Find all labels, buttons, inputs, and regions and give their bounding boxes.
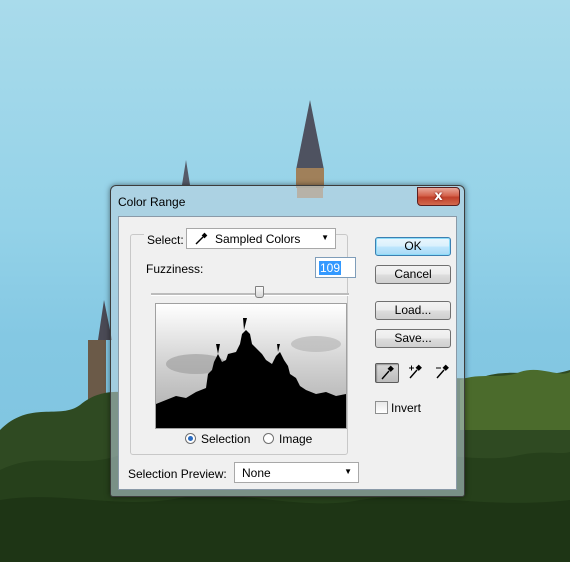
color-range-dialog: Color Range x Select: Sampled Colors ▼ F… (110, 185, 465, 497)
title-bar[interactable]: Color Range x (111, 186, 464, 216)
select-dropdown[interactable]: Sampled Colors ▼ (186, 228, 336, 249)
dialog-body: Select: Sampled Colors ▼ Fuzziness: 109 (118, 216, 457, 490)
chevron-down-icon: ▼ (344, 467, 352, 476)
invert-label[interactable]: Invert (391, 401, 421, 415)
fuzziness-value: 109 (319, 261, 342, 275)
selection-radio-label[interactable]: Selection (201, 432, 250, 446)
fuzziness-input[interactable]: 109 (315, 257, 356, 278)
image-radio[interactable] (263, 433, 274, 444)
fuzziness-label: Fuzziness: (146, 262, 204, 276)
select-label: Select: (144, 233, 187, 247)
invert-checkbox[interactable] (375, 401, 388, 414)
selection-radio[interactable] (185, 433, 196, 444)
castle-silhouette-mask (156, 304, 346, 428)
subtract-from-sample-tool[interactable] (431, 363, 455, 383)
fuzziness-slider-track[interactable] (151, 293, 349, 296)
selection-preview-value: None (242, 466, 271, 480)
eyedropper-icon (195, 232, 208, 245)
close-icon: x (434, 189, 443, 204)
dialog-title: Color Range (118, 195, 186, 209)
add-to-sample-tool[interactable] (404, 363, 428, 383)
close-button[interactable]: x (417, 187, 460, 206)
save-button[interactable]: Save... (375, 329, 451, 348)
selection-preview-label: Selection Preview: (128, 467, 227, 481)
selection-preview-image (155, 303, 347, 429)
select-value: Sampled Colors (215, 232, 301, 246)
chevron-down-icon: ▼ (321, 233, 329, 242)
load-button[interactable]: Load... (375, 301, 451, 320)
cancel-button[interactable]: Cancel (375, 265, 451, 284)
image-radio-label[interactable]: Image (279, 432, 312, 446)
fuzziness-slider-thumb[interactable] (255, 286, 264, 298)
eyedropper-icon (381, 365, 394, 380)
eyedropper-plus-icon (409, 364, 422, 379)
eyedropper-minus-icon (436, 364, 449, 379)
ok-button[interactable]: OK (375, 237, 451, 256)
eyedropper-tool[interactable] (375, 363, 399, 383)
selection-preview-dropdown[interactable]: None ▼ (234, 462, 359, 483)
